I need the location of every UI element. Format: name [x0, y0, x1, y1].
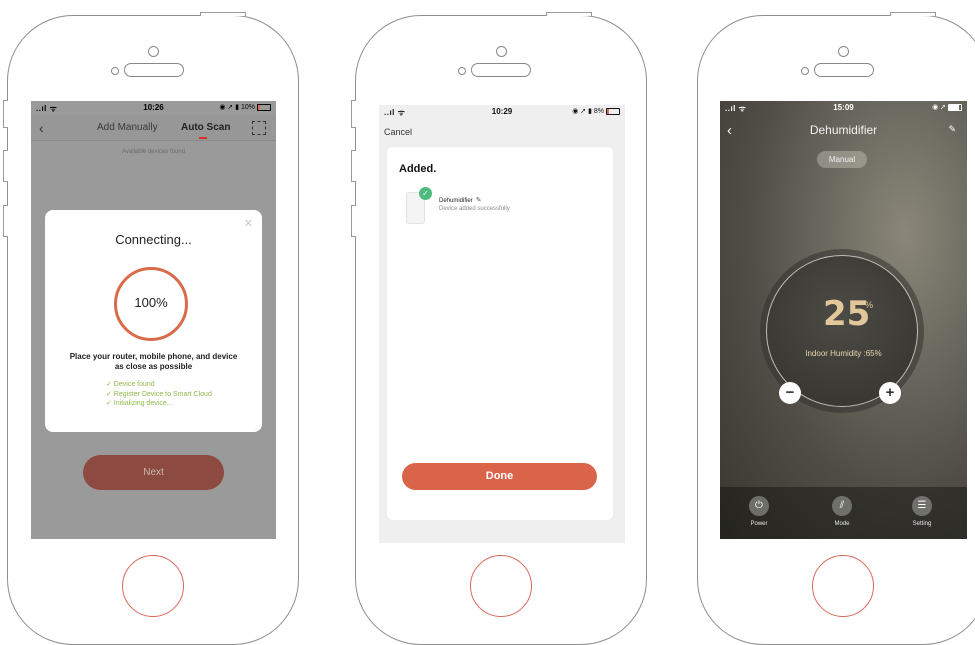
- increase-button[interactable]: +: [879, 382, 901, 404]
- setting-button[interactable]: ☰ Setting: [897, 496, 947, 527]
- bottom-controls: ⏻ Power ⫽ Mode ☰ Setting: [720, 487, 967, 539]
- power-label: Power: [750, 521, 768, 527]
- power-icon: ⏻: [749, 496, 769, 516]
- placement-hint: Place your router, mobile phone, and dev…: [69, 352, 238, 371]
- phone-side-button: [351, 205, 356, 237]
- power-button[interactable]: ⏻ Power: [734, 496, 784, 527]
- progress-percent: 100%: [134, 295, 168, 310]
- camera: [496, 46, 507, 57]
- status-bar: ..ıl ᯤ 10:29 ◉ ➚ ▮ 8%: [379, 105, 625, 118]
- close-icon[interactable]: ✕: [244, 217, 253, 230]
- mode-button[interactable]: ⫽ Mode: [817, 496, 867, 527]
- home-button[interactable]: [122, 555, 184, 617]
- device-name-row[interactable]: Dehumidifier ✎: [439, 196, 482, 204]
- cancel-button[interactable]: Cancel: [384, 127, 412, 137]
- mode-label: Mode: [834, 521, 850, 527]
- battery-icon: [257, 103, 271, 111]
- target-humidity: 25: [823, 294, 871, 334]
- phone-top-button: [890, 12, 936, 16]
- step-list: ✓ Device found ✓ Register Device to Smar…: [106, 380, 212, 409]
- dialog-title: Connecting...: [115, 232, 192, 247]
- screen-connecting: ..ıl ᯤ 10:26 ◉ ➚ ▮ 10% ‹ Add Manually Au…: [31, 101, 276, 539]
- active-tab-indicator: [199, 137, 207, 139]
- battery-icon: [948, 103, 962, 111]
- added-title: Added.: [399, 163, 437, 175]
- sensor: [801, 67, 809, 75]
- check-icon: ✓: [419, 187, 432, 200]
- status-right: ◉ ➚ ▮ 8%: [572, 107, 620, 115]
- speaker: [814, 63, 874, 77]
- tab-auto-scan[interactable]: Auto Scan: [181, 122, 230, 133]
- home-button[interactable]: [470, 555, 532, 617]
- speaker: [124, 63, 184, 77]
- header-bar: ‹ Add Manually Auto Scan: [31, 115, 276, 141]
- edit-icon[interactable]: ✎: [948, 124, 956, 135]
- device-status: Device added successfully: [439, 206, 510, 212]
- screen-dehumidifier: ..ıl ᯤ 15:09 ◉ ➚ ‹ Dehumidifier ✎ Manual…: [720, 101, 967, 539]
- setting-label: Setting: [912, 521, 932, 527]
- status-time: 15:09: [833, 103, 854, 112]
- available-devices-text: Available devices found: [122, 149, 185, 155]
- connecting-dialog: ✕ Connecting... 100% Place your router, …: [45, 210, 262, 432]
- camera: [838, 46, 849, 57]
- battery-icon: [606, 107, 620, 115]
- speaker: [471, 63, 531, 77]
- humidity-unit: %: [865, 300, 874, 310]
- tab-add-manually[interactable]: Add Manually: [97, 122, 158, 133]
- phone-side-button: [3, 100, 8, 128]
- step-item: ✓ Device found: [106, 381, 155, 388]
- next-button[interactable]: Next: [83, 455, 224, 490]
- indoor-humidity: Indoor Humidity :65%: [805, 349, 882, 358]
- home-button[interactable]: [812, 555, 874, 617]
- status-right: ◉ ➚: [932, 103, 962, 111]
- phone-side-button: [3, 205, 8, 237]
- mode-icon: ⫽: [832, 496, 852, 516]
- added-card: Added. ✓ Dehumidifier ✎ Device added succ…: [387, 147, 613, 520]
- step-item: ✓ Register Device to Smart Cloud: [106, 390, 212, 398]
- setting-icon: ☰: [912, 496, 932, 516]
- camera: [148, 46, 159, 57]
- status-right: ◉ ➚ ▮ 10%: [219, 103, 271, 111]
- sensor: [111, 67, 119, 75]
- decrease-button[interactable]: −: [779, 382, 801, 404]
- phone-side-button: [351, 150, 356, 182]
- done-button[interactable]: Done: [402, 463, 597, 490]
- status-bar: ..ıl ᯤ 15:09 ◉ ➚: [720, 101, 967, 114]
- device-title: Dehumidifier: [809, 123, 878, 137]
- mode-chip[interactable]: Manual: [817, 151, 867, 168]
- phone-side-button: [3, 150, 8, 182]
- phone-side-button: [351, 100, 356, 128]
- status-bar: ..ıl ᯤ 10:26 ◉ ➚ ▮ 10%: [31, 101, 276, 114]
- phone-top-button: [546, 12, 592, 16]
- scan-icon[interactable]: [252, 121, 266, 135]
- device-name: Dehumidifier: [439, 198, 473, 204]
- step-item: ✓ Initializing device...: [106, 400, 173, 407]
- screen-added: ..ıl ᯤ 10:29 ◉ ➚ ▮ 8% Cancel Added. ✓ De…: [379, 105, 625, 543]
- edit-icon[interactable]: ✎: [476, 197, 482, 204]
- phone-top-button: [200, 12, 246, 16]
- progress-ring: 100%: [114, 267, 188, 341]
- sensor: [458, 67, 466, 75]
- back-icon[interactable]: ‹: [39, 120, 44, 136]
